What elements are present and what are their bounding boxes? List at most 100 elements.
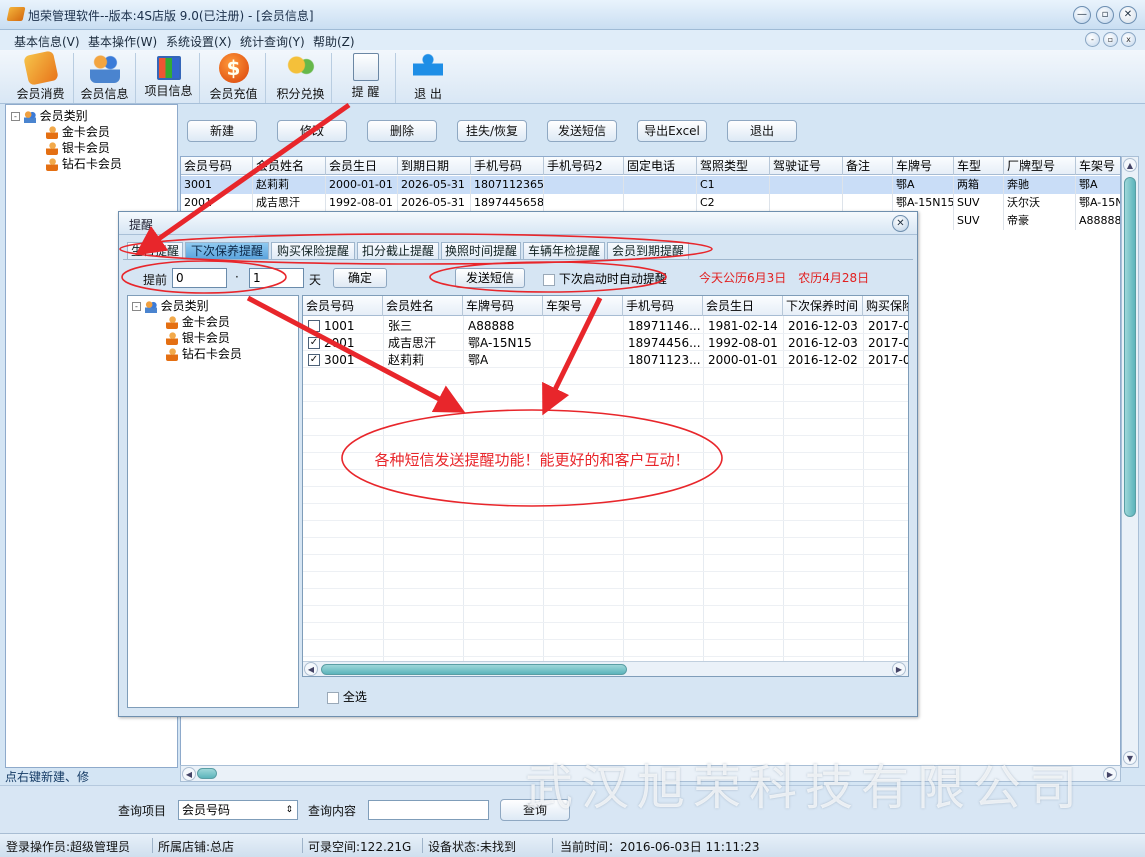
column-header[interactable]: 会员生日: [326, 157, 398, 175]
table-cell[interactable]: [843, 194, 893, 212]
row-checkbox[interactable]: ✓: [308, 337, 320, 349]
search-button[interactable]: 查询: [500, 799, 570, 821]
table-cell[interactable]: 2000-01-01: [705, 352, 783, 368]
column-header[interactable]: 备注: [843, 157, 893, 175]
table-cell[interactable]: 赵莉莉: [385, 352, 463, 368]
new-button[interactable]: 新建: [187, 120, 257, 142]
table-cell[interactable]: [770, 194, 843, 212]
column-header[interactable]: 下次保养时间: [783, 296, 863, 316]
toolbar-recharge-button[interactable]: $ 会员充值: [202, 53, 266, 103]
column-header[interactable]: 厂牌型号: [1004, 157, 1076, 175]
table-cell[interactable]: 奔驰: [1004, 176, 1076, 194]
tab-next-maintenance[interactable]: 下次保养提醒: [185, 242, 269, 259]
send-sms-button[interactable]: 发送短信: [547, 120, 617, 142]
table-cell[interactable]: 18971146...: [625, 318, 703, 334]
scroll-down-icon[interactable]: ▼: [1123, 751, 1137, 765]
tree-root[interactable]: - 会员类别: [11, 107, 88, 124]
tab-annual-inspection[interactable]: 车辆年检提醒: [523, 242, 605, 259]
table-cell[interactable]: 2017-0: [865, 335, 908, 351]
scroll-thumb[interactable]: [321, 664, 627, 675]
table-cell[interactable]: 两箱: [954, 176, 1004, 194]
tree-item-diamond[interactable]: 钻石卡会员: [46, 155, 122, 172]
table-cell[interactable]: SUV: [954, 194, 1004, 212]
menu-help[interactable]: 帮助(Z): [313, 33, 355, 50]
table-cell[interactable]: 成吉思汗: [385, 335, 463, 351]
close-button[interactable]: ✕: [1119, 6, 1137, 24]
table-cell[interactable]: 鄂A-15N15: [893, 194, 954, 212]
table-cell[interactable]: A88888: [465, 318, 543, 334]
mdi-minimize-button[interactable]: -: [1085, 32, 1100, 47]
table-cell[interactable]: 2017-0: [865, 318, 908, 334]
tree-item-silver[interactable]: 银卡会员: [166, 329, 230, 346]
table-cell[interactable]: 2016-12-03: [785, 318, 863, 334]
column-header[interactable]: 会员号码: [181, 157, 253, 175]
table-cell[interactable]: 2026-05-31: [398, 176, 471, 194]
table-cell[interactable]: 3001: [321, 352, 383, 368]
scroll-right-icon[interactable]: ▶: [1103, 767, 1117, 781]
tree-item-gold[interactable]: 金卡会员: [166, 313, 230, 330]
tab-license-renewal[interactable]: 换照时间提醒: [441, 242, 521, 259]
minimize-button[interactable]: —: [1073, 6, 1091, 24]
toolbar-member-info-button[interactable]: 会员信息: [74, 53, 136, 103]
table-cell[interactable]: [545, 352, 623, 368]
column-header[interactable]: 固定电话: [624, 157, 697, 175]
column-header[interactable]: 会员号码: [303, 296, 383, 316]
menu-basic-ops[interactable]: 基本操作(W): [88, 33, 157, 50]
auto-remind-checkbox[interactable]: 下次启动时自动提醒: [543, 270, 667, 287]
tree-item-diamond[interactable]: 钻石卡会员: [166, 345, 242, 362]
report-loss-button[interactable]: 挂失/恢复: [457, 120, 527, 142]
column-header[interactable]: 车牌号码: [463, 296, 543, 316]
column-header[interactable]: 驾驶证号: [770, 157, 843, 175]
scroll-right-icon[interactable]: ▶: [892, 662, 906, 676]
column-header[interactable]: 购买保险: [863, 296, 908, 316]
send-sms-button[interactable]: 发送短信: [455, 268, 525, 288]
edit-button[interactable]: 修改: [277, 120, 347, 142]
table-cell[interactable]: 2017-0: [865, 352, 908, 368]
tab-insurance[interactable]: 购买保险提醒: [271, 242, 355, 259]
table-cell[interactable]: 2016-12-03: [785, 335, 863, 351]
select-all-checkbox[interactable]: 全选: [327, 688, 367, 705]
menu-statistics[interactable]: 统计查询(Y): [240, 33, 305, 50]
column-header[interactable]: 手机号码2: [544, 157, 624, 175]
table-cell[interactable]: 2001: [181, 194, 253, 212]
table-cell[interactable]: [843, 176, 893, 194]
column-header[interactable]: 车架号: [1076, 157, 1120, 175]
toolbar-member-consume-button[interactable]: 会员消费: [8, 50, 74, 103]
table-cell[interactable]: [545, 318, 623, 334]
tree-item-silver[interactable]: 银卡会员: [46, 139, 110, 156]
table-cell[interactable]: 张三: [385, 318, 463, 334]
table-cell[interactable]: [770, 176, 843, 194]
menu-system-settings[interactable]: 系统设置(X): [166, 33, 232, 50]
column-header[interactable]: 到期日期: [398, 157, 471, 175]
delete-button[interactable]: 删除: [367, 120, 437, 142]
advance-from-input[interactable]: 0: [172, 268, 227, 288]
table-cell[interactable]: 18974456...: [625, 335, 703, 351]
table-cell[interactable]: 1992-08-01: [705, 335, 783, 351]
scroll-left-icon[interactable]: ◀: [182, 767, 196, 781]
checkbox-icon[interactable]: [543, 273, 555, 286]
column-header[interactable]: 驾照类型: [697, 157, 770, 175]
vertical-scrollbar[interactable]: ▲ ▼: [1121, 156, 1139, 768]
export-excel-button[interactable]: 导出Excel: [637, 120, 707, 142]
row-checkbox[interactable]: [308, 320, 320, 332]
toolbar-points-exchange-button[interactable]: 积分兑换: [270, 53, 332, 103]
column-header[interactable]: 会员姓名: [253, 157, 326, 175]
table-cell[interactable]: 1981-02-14: [705, 318, 783, 334]
table-cell[interactable]: 18974456582: [471, 194, 544, 212]
table-cell[interactable]: 沃尔沃: [1004, 194, 1076, 212]
horizontal-scrollbar[interactable]: ◀ ▶: [303, 661, 908, 676]
table-cell[interactable]: 2026-05-31: [398, 194, 471, 212]
column-header[interactable]: 车型: [954, 157, 1004, 175]
column-header[interactable]: 会员姓名: [383, 296, 463, 316]
table-cell[interactable]: 18071123656: [471, 176, 544, 194]
table-cell[interactable]: 鄂A-15N: [1076, 194, 1120, 212]
toolbar-exit-button[interactable]: 退 出: [400, 53, 456, 103]
dialog-close-icon[interactable]: ✕: [892, 215, 909, 232]
table-cell[interactable]: 2016-12-02: [785, 352, 863, 368]
search-item-select[interactable]: 会员号码 ⇕: [178, 800, 298, 820]
column-header[interactable]: 手机号码: [623, 296, 703, 316]
table-cell[interactable]: SUV: [954, 212, 1004, 230]
table-cell[interactable]: 2000-01-01: [326, 176, 398, 194]
table-cell[interactable]: [624, 194, 697, 212]
tree-root[interactable]: - 会员类别: [132, 297, 209, 314]
